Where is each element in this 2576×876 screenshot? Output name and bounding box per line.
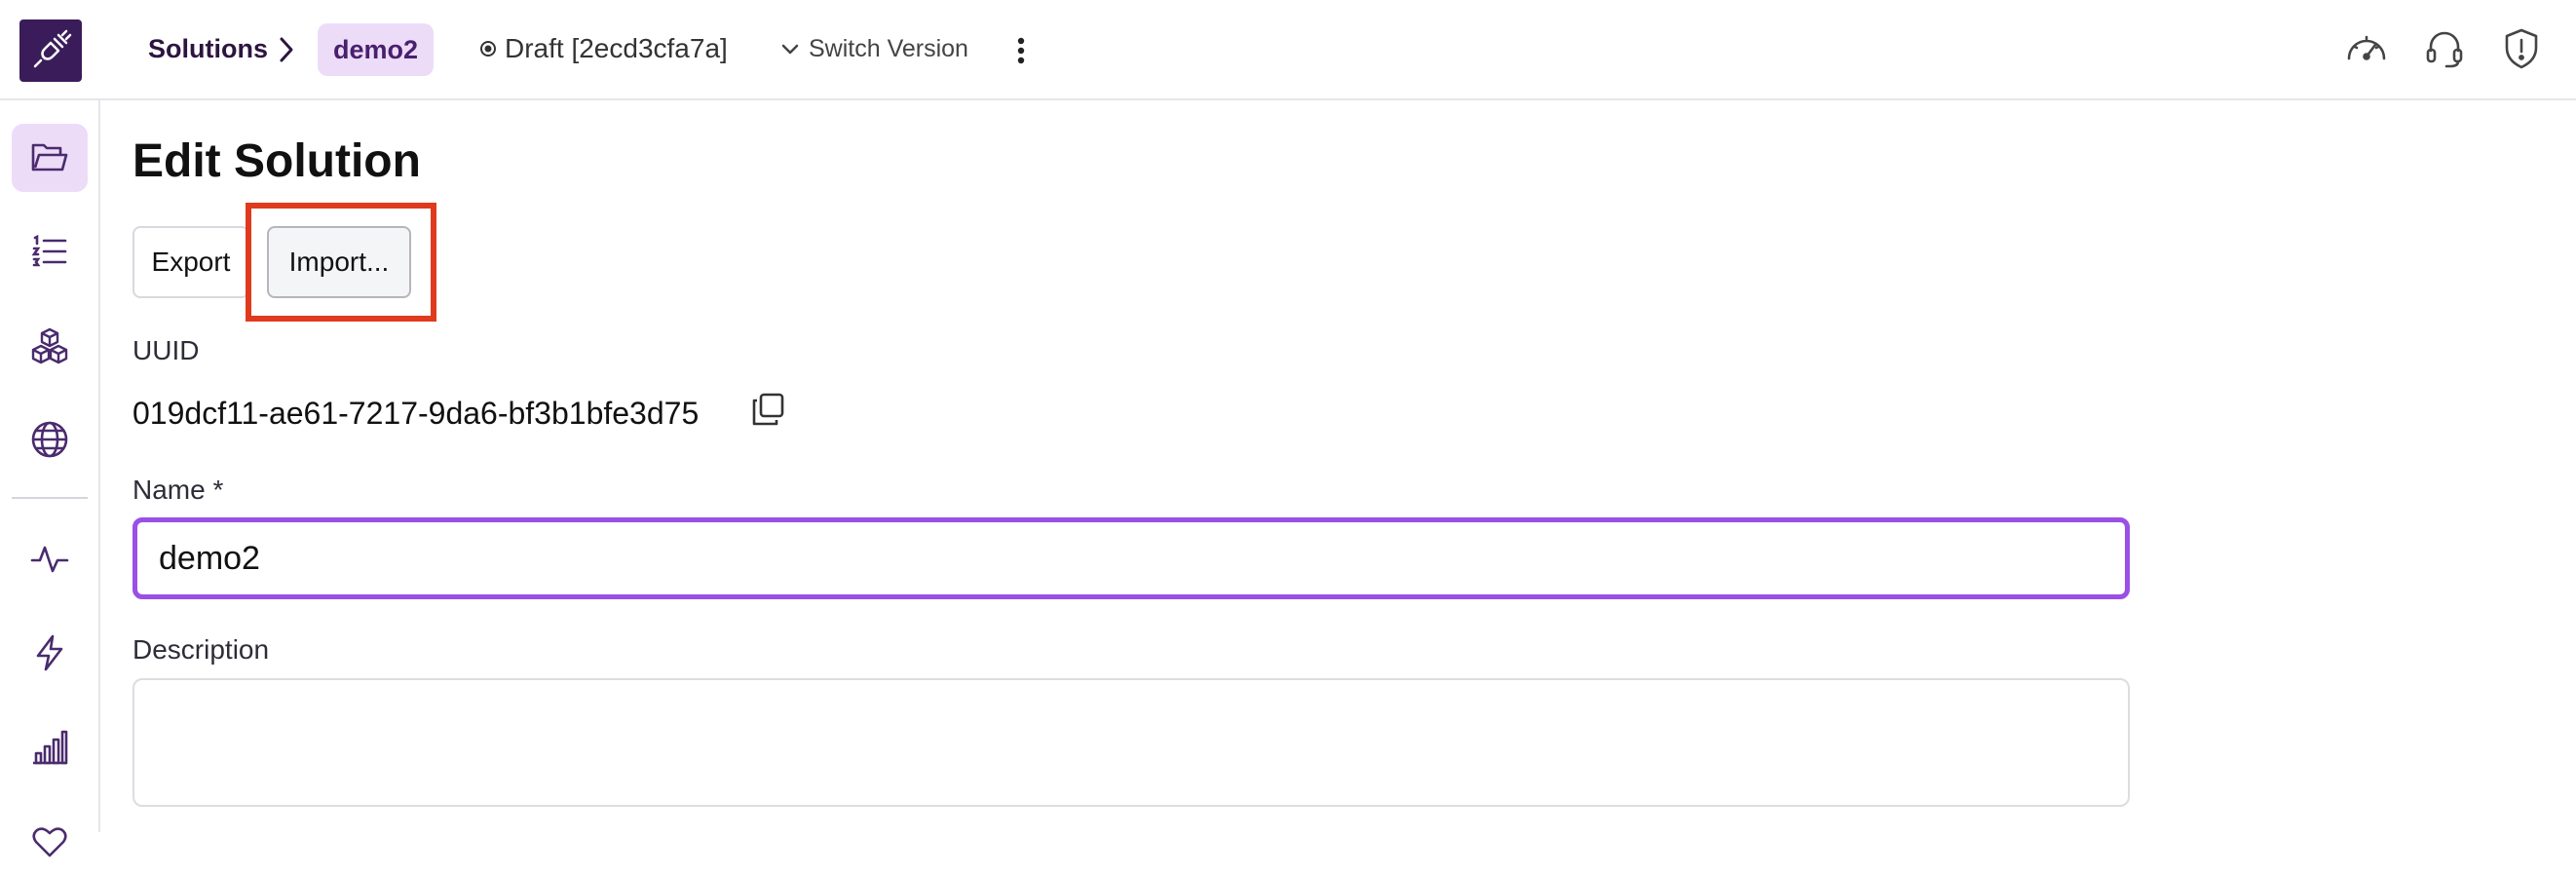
sidebar-item-components[interactable] (12, 312, 88, 380)
sidebar-item-solutions[interactable] (12, 124, 88, 192)
sidebar-divider (12, 497, 88, 499)
plug-logo-icon (33, 29, 72, 68)
copy-icon[interactable] (750, 392, 785, 427)
globe-icon (31, 421, 68, 458)
folder-icon (31, 143, 68, 171)
top-bar: Solutions demo2 Draft [2ecd3cfa7a] Switc… (0, 0, 2576, 100)
radio-dot-icon (480, 41, 496, 57)
switch-version-label: Switch Version (809, 35, 968, 62)
import-highlight-box (246, 203, 436, 322)
headset-support-icon[interactable] (2421, 25, 2468, 72)
version-status[interactable]: Draft [2ecd3cfa7a] (479, 29, 728, 68)
description-input[interactable] (133, 678, 2130, 807)
lightning-icon (36, 634, 63, 671)
breadcrumb-solutions[interactable]: Solutions (148, 29, 268, 68)
uuid-value: 019dcf11-ae61-7217-9da6-bf3b1bfe3d75 (133, 396, 700, 431)
sidebar-item-monitoring[interactable] (12, 525, 88, 593)
bar-chart-icon (33, 730, 68, 765)
dashboard-gauge-icon[interactable] (2343, 25, 2390, 72)
name-input[interactable] (133, 517, 2130, 599)
breadcrumb-current[interactable]: demo2 (318, 23, 435, 76)
uuid-label: UUID (133, 335, 200, 365)
description-label: Description (133, 634, 270, 665)
sidebar-item-analytics[interactable] (12, 713, 88, 781)
activity-pulse-icon (30, 546, 69, 573)
sidebar-item-favorites[interactable] (12, 808, 88, 876)
sidebar-item-network[interactable] (12, 405, 88, 474)
sidebar-item-list[interactable] (12, 217, 88, 286)
shield-alert-icon[interactable] (2498, 25, 2545, 72)
sidebar (0, 100, 100, 857)
name-label: Name * (133, 475, 224, 505)
page-title: Edit Solution (133, 135, 421, 187)
numbered-list-icon (31, 234, 67, 267)
chevron-down-icon (781, 44, 799, 55)
export-button[interactable]: Export (133, 226, 249, 298)
app-logo[interactable] (19, 19, 82, 82)
cubes-icon (31, 327, 68, 364)
version-label: Draft [2ecd3cfa7a] (505, 33, 728, 63)
more-options-icon[interactable] (1009, 31, 1033, 70)
sidebar-item-triggers[interactable] (12, 619, 88, 687)
chevron-right-icon (280, 37, 293, 62)
heart-icon (32, 827, 67, 857)
switch-version-button[interactable]: Switch Version (779, 29, 968, 68)
